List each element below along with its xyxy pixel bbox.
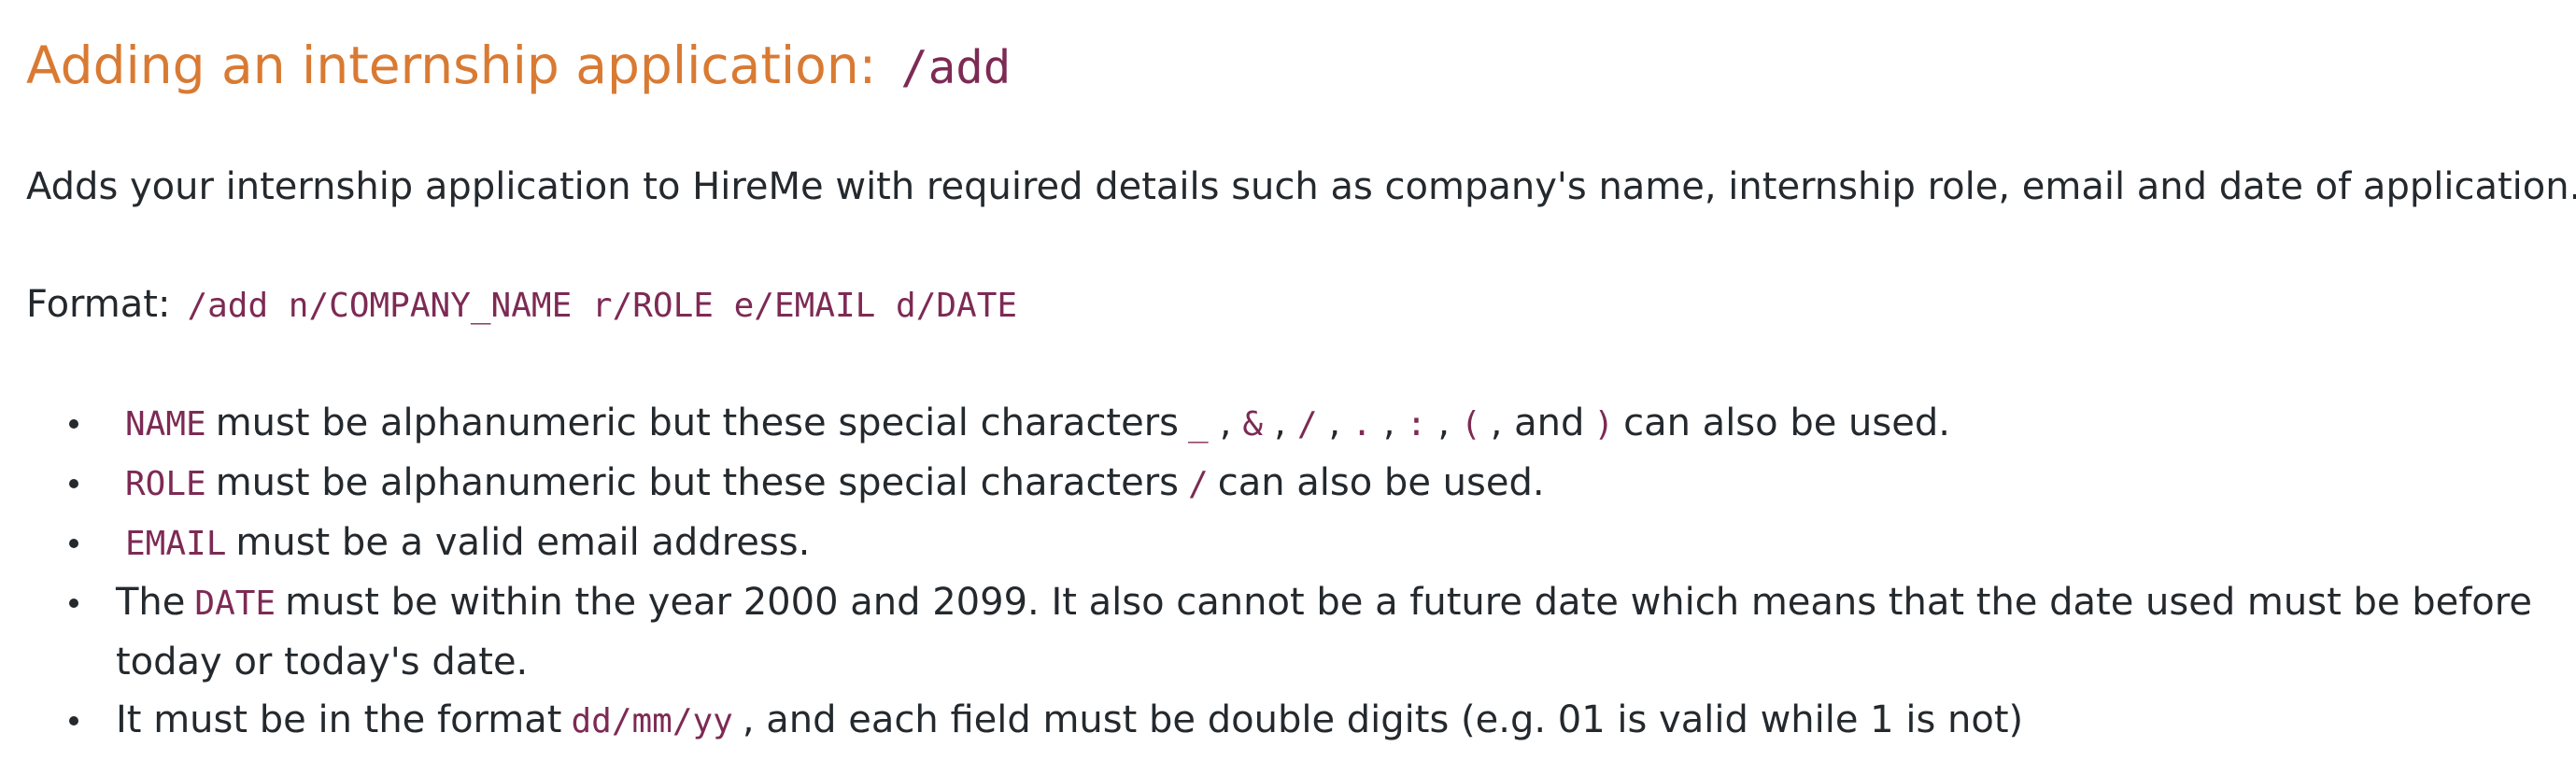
field-code-email: EMAIL bbox=[125, 525, 227, 563]
rule-date-text: must be within the year 2000 and 2099. I… bbox=[116, 581, 2532, 683]
separator: , bbox=[1437, 402, 1451, 444]
field-code-name: NAME bbox=[125, 405, 206, 444]
bullet-icon bbox=[69, 599, 78, 608]
bullet-icon bbox=[69, 716, 78, 726]
separator: , bbox=[1274, 402, 1286, 444]
char-code-underscore: _ bbox=[1188, 405, 1209, 444]
rules-list: NAME must be alphanumeric but these speci… bbox=[26, 394, 2567, 751]
documentation-page: Adding an internship application: /add Ad… bbox=[0, 0, 2576, 775]
rule-date-prefix: The bbox=[116, 581, 186, 624]
char-code-close-paren: ) bbox=[1593, 405, 1615, 444]
field-code-date: DATE bbox=[194, 585, 276, 623]
separator: , bbox=[1382, 402, 1395, 444]
and-text: , and bbox=[1490, 402, 1585, 444]
rule-role: ROLE must be alphanumeric but these speci… bbox=[26, 454, 2567, 514]
separator: , bbox=[1219, 402, 1232, 444]
char-code-period: . bbox=[1352, 405, 1372, 444]
rule-name: NAME must be alphanumeric but these speci… bbox=[26, 394, 2567, 454]
rule-email: EMAIL must be a valid email address. bbox=[26, 514, 2567, 573]
char-code-ampersand: & bbox=[1242, 405, 1264, 444]
char-code-slash: / bbox=[1296, 405, 1318, 444]
char-code-open-paren: ( bbox=[1461, 405, 1481, 444]
heading-command-code: /add bbox=[900, 41, 1012, 94]
section-heading: Adding an internship application: /add bbox=[26, 28, 1011, 106]
date-format-code: dd/mm/yy bbox=[571, 702, 733, 740]
rule-date: The DATE must be within the year 2000 and … bbox=[26, 573, 2563, 691]
field-code-role: ROLE bbox=[125, 465, 206, 503]
rule-role-suffix: can also be used. bbox=[1217, 461, 1545, 504]
char-code-slash: / bbox=[1188, 465, 1209, 503]
heading-title: Adding an internship application: bbox=[26, 35, 877, 95]
rule-date-format: It must be in the format dd/mm/yy, and ea… bbox=[26, 691, 2567, 751]
format-code: /add n/COMPANY_NAME r/ROLE e/EMAIL d/DAT… bbox=[187, 287, 1018, 325]
bullet-icon bbox=[69, 479, 78, 488]
rule-role-text: must be alphanumeric but these special c… bbox=[215, 461, 1180, 504]
format-line: Format: /add n/COMPANY_NAME r/ROLE e/EMAI… bbox=[26, 276, 1026, 334]
rule-name-text: must be alphanumeric but these special c… bbox=[215, 402, 1180, 444]
char-code-colon: : bbox=[1406, 405, 1427, 444]
rule-date-format-prefix: It must be in the format bbox=[116, 698, 562, 741]
separator: , bbox=[1328, 402, 1341, 444]
rule-name-suffix: can also be used. bbox=[1623, 402, 1950, 444]
bullet-icon bbox=[69, 419, 78, 429]
rule-email-text: must be a valid email address. bbox=[235, 521, 811, 564]
bullet-icon bbox=[69, 539, 78, 548]
format-label: Format: bbox=[26, 283, 171, 326]
command-description: Adds your internship application to Hire… bbox=[26, 165, 2576, 208]
rule-date-format-text: , and each field must be double digits (… bbox=[742, 698, 2024, 741]
